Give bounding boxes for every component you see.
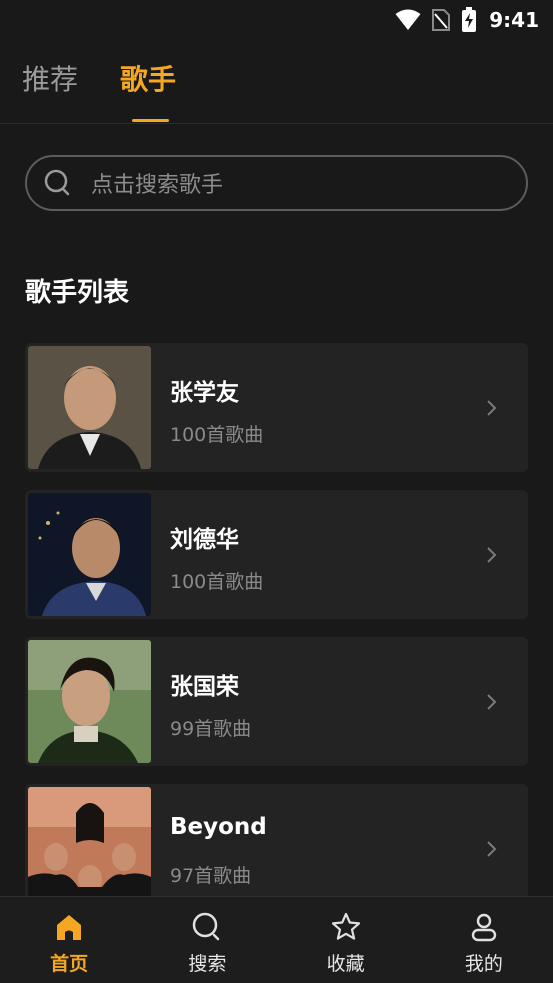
wifi-icon <box>395 9 421 30</box>
singer-avatar <box>28 640 151 763</box>
tab-singer[interactable]: 歌手 <box>120 62 176 98</box>
singer-name: 张学友 <box>170 380 239 406</box>
singer-name: 张国荣 <box>170 674 239 700</box>
nav-favorites[interactable]: 收藏 <box>277 897 415 983</box>
nav-profile-label: 我的 <box>464 953 503 975</box>
home-icon <box>57 915 82 940</box>
nav-profile[interactable]: 我的 <box>415 897 553 983</box>
singer-avatar <box>28 493 151 616</box>
tab-recommend[interactable]: 推荐 <box>22 62 78 98</box>
singer-avatar <box>28 787 151 910</box>
top-tab-bar: 推荐 歌手 <box>0 40 553 124</box>
singer-song-count: 100首歌曲 <box>170 571 264 593</box>
singer-name: Beyond <box>170 814 267 840</box>
chevron-right-icon <box>487 841 497 857</box>
bottom-nav: 首页 搜索 收藏 我的 <box>0 896 553 983</box>
nav-home[interactable]: 首页 <box>0 897 138 983</box>
nav-search-label: 搜索 <box>188 953 227 975</box>
singer-name: 刘德华 <box>170 527 239 553</box>
user-icon <box>471 913 497 942</box>
search-placeholder: 点击搜索歌手 <box>91 173 224 198</box>
active-tab-indicator <box>132 119 169 122</box>
no-sim-icon <box>432 9 451 31</box>
search-icon <box>193 912 220 941</box>
status-bar: 9:41 <box>0 0 553 40</box>
search-input[interactable]: 点击搜索歌手 <box>25 155 528 211</box>
status-time: 9:41 <box>489 8 539 32</box>
chevron-right-icon <box>487 547 497 563</box>
singer-card[interactable]: 张国荣 99首歌曲 <box>25 637 528 766</box>
nav-search[interactable]: 搜索 <box>138 897 276 983</box>
star-icon <box>331 912 360 940</box>
nav-home-label: 首页 <box>50 953 89 975</box>
search-icon <box>44 169 70 196</box>
singer-avatar <box>28 346 151 469</box>
singer-card[interactable]: 张学友 100首歌曲 <box>25 343 528 472</box>
singer-song-count: 100首歌曲 <box>170 424 264 446</box>
singer-list: 张学友 100首歌曲 刘德华 100首歌曲 张国荣 99首歌曲 Beyond 9… <box>25 343 528 931</box>
app-screen: 9:41 推荐 歌手 点击搜索歌手 歌手列表 张学友 100首歌曲 刘德华 10… <box>0 0 553 983</box>
singer-card[interactable]: 刘德华 100首歌曲 <box>25 490 528 619</box>
chevron-right-icon <box>487 400 497 416</box>
nav-favorites-label: 收藏 <box>326 953 365 975</box>
singer-song-count: 99首歌曲 <box>170 718 252 740</box>
singer-song-count: 97首歌曲 <box>170 865 252 887</box>
singer-card[interactable]: Beyond 97首歌曲 <box>25 784 528 913</box>
chevron-right-icon <box>487 694 497 710</box>
battery-charging-icon <box>462 7 477 32</box>
section-title: 歌手列表 <box>25 278 130 308</box>
